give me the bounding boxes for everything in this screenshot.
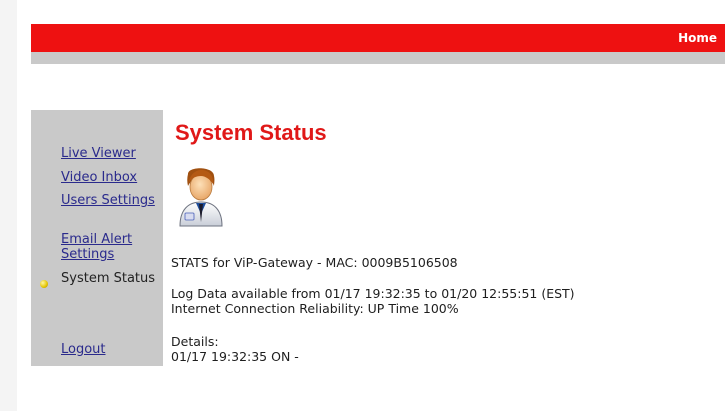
sidebar-item-system-status: System Status <box>61 271 156 286</box>
sub-nav-bar <box>31 52 725 64</box>
current-page-bullet-icon <box>40 280 48 288</box>
stats-mac-line: STATS for ViP-Gateway - MAC: 0009B510650… <box>171 255 458 270</box>
page-left-margin <box>0 0 17 411</box>
log-data-range-line: Log Data available from 01/17 19:32:35 t… <box>171 286 575 301</box>
details-entry: 01/17 19:32:35 ON - <box>171 349 299 364</box>
sidebar-item-users-settings[interactable]: Users Settings <box>61 193 161 208</box>
connection-reliability-line: Internet Connection Reliability: UP Time… <box>171 301 459 316</box>
sidebar: Live Viewer Video Inbox Users Settings E… <box>31 110 163 366</box>
sidebar-item-live-viewer[interactable]: Live Viewer <box>61 146 161 161</box>
sidebar-item-email-alert-settings[interactable]: Email Alert Settings <box>61 232 161 262</box>
user-avatar-icon <box>179 168 223 227</box>
sidebar-item-logout[interactable]: Logout <box>61 342 161 357</box>
details-label: Details: <box>171 334 219 349</box>
top-nav-bar: Home <box>31 24 725 52</box>
home-link[interactable]: Home <box>678 31 717 45</box>
page-title: System Status <box>175 120 327 145</box>
sidebar-item-video-inbox[interactable]: Video Inbox <box>61 170 161 185</box>
